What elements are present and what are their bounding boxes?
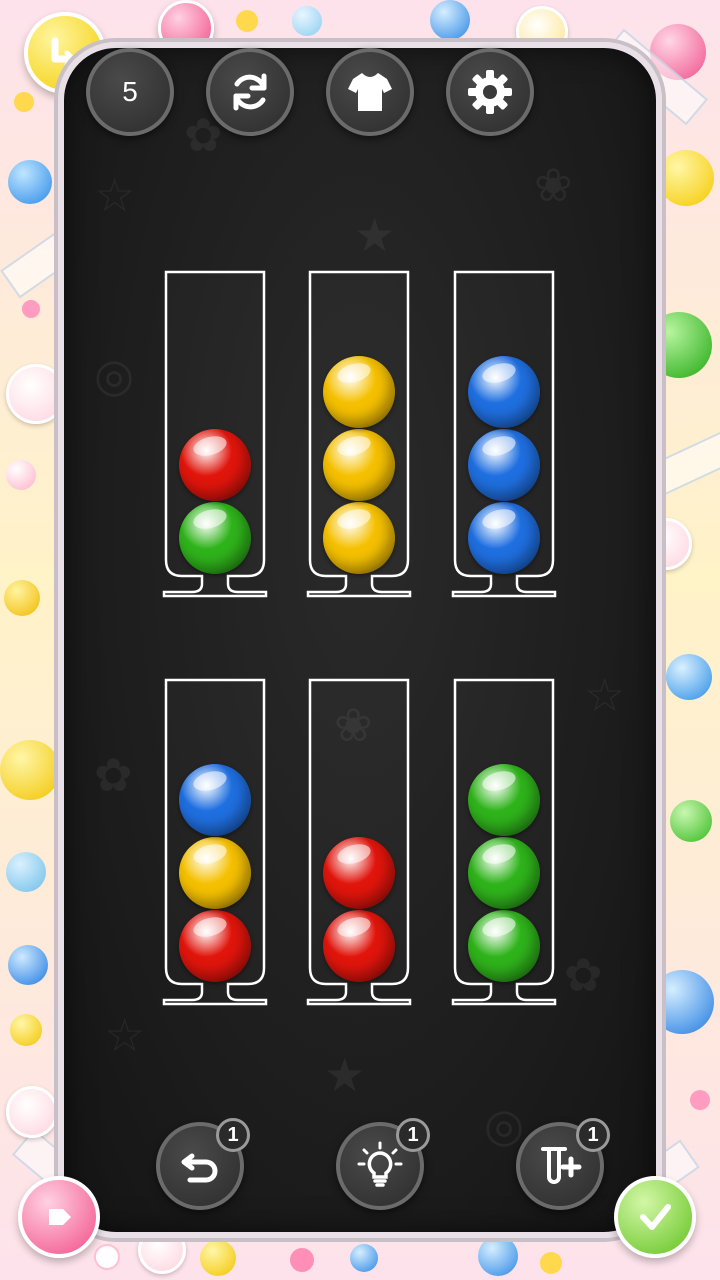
restart-button[interactable] (206, 48, 294, 136)
green-ball (179, 502, 251, 574)
green-ball (468, 764, 540, 836)
blue-ball (468, 502, 540, 574)
tag-icon (49, 1209, 71, 1225)
game-board: ☆ ✿ ❀ ★ ◎ ☆ ✿ ❀ ✿ ☆ ★ ◎ (58, 42, 662, 1238)
add-tube-icon (541, 1147, 582, 1184)
red-ball (179, 429, 251, 501)
level-indicator: 5 (86, 48, 174, 136)
blue-ball (468, 356, 540, 428)
check-icon (640, 1204, 671, 1230)
tube-5[interactable] (306, 678, 412, 1008)
red-ball (323, 837, 395, 909)
red-ball (323, 910, 395, 982)
green-ball (468, 910, 540, 982)
add-tube-button[interactable]: 1 (516, 1118, 610, 1210)
green-ball (468, 837, 540, 909)
undo-icon (181, 1153, 218, 1183)
red-ball (179, 910, 251, 982)
undo-count-badge: 1 (216, 1118, 250, 1152)
settings-button[interactable] (446, 48, 534, 136)
yellow-ball (323, 429, 395, 501)
yellow-ball (323, 502, 395, 574)
tube-1[interactable] (162, 270, 268, 600)
undo-button[interactable]: 1 (156, 1118, 250, 1210)
tshirt-icon (348, 73, 392, 111)
tube-6[interactable] (451, 678, 557, 1008)
yellow-ball (179, 837, 251, 909)
tube-2[interactable] (306, 270, 412, 600)
yellow-ball (323, 356, 395, 428)
lightbulb-icon (357, 1141, 403, 1187)
bottom-right-green-button (614, 1176, 696, 1258)
add-tube-count-badge: 1 (576, 1118, 610, 1152)
restart-icon (233, 73, 267, 111)
tube-3[interactable] (451, 270, 557, 600)
bottom-left-pink-button (18, 1176, 100, 1258)
blue-ball (179, 764, 251, 836)
gear-icon (468, 70, 512, 114)
level-number: 5 (122, 76, 138, 107)
skins-button[interactable] (326, 48, 414, 136)
hint-count-badge: 1 (396, 1118, 430, 1152)
blue-ball (468, 429, 540, 501)
tube-4[interactable] (162, 678, 268, 1008)
hint-button[interactable]: 1 (336, 1118, 430, 1210)
